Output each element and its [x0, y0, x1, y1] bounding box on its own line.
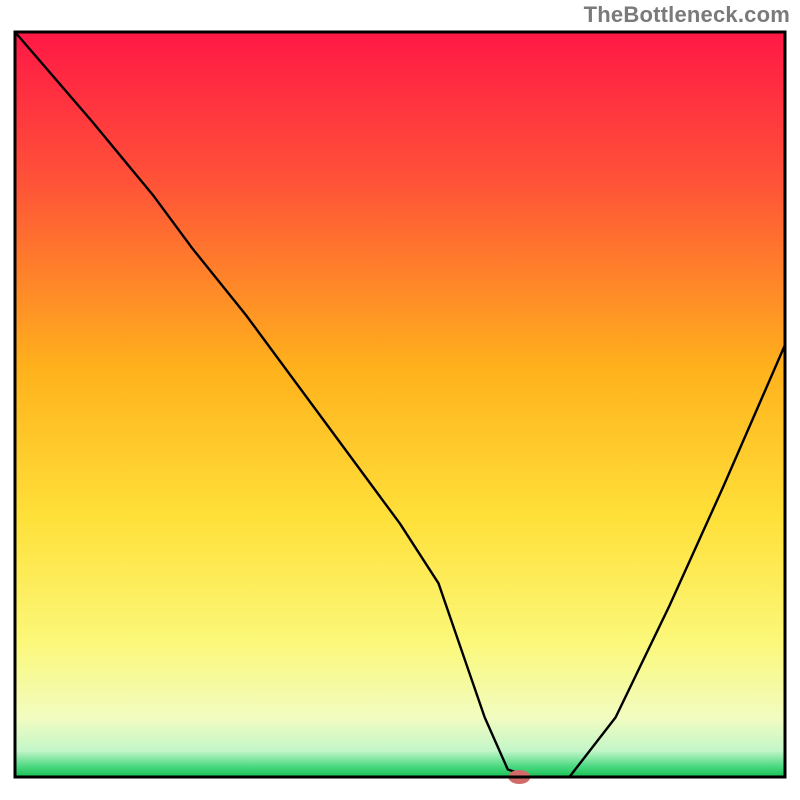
- chart-container: TheBottleneck.com: [0, 0, 800, 800]
- watermark-text: TheBottleneck.com: [584, 2, 790, 28]
- bottleneck-chart: [0, 0, 800, 800]
- plot-background: [15, 32, 785, 777]
